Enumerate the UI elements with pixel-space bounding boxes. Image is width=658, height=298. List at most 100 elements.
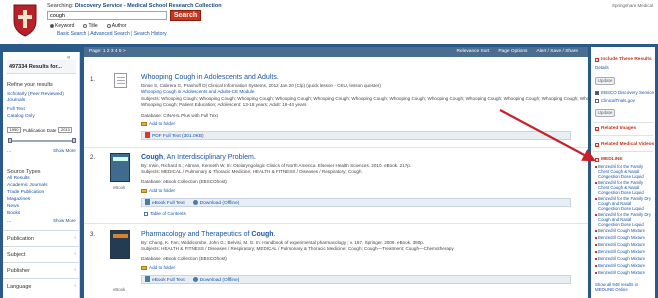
include-results-heading[interactable]: - Include These Results (595, 57, 652, 62)
result-source[interactable]: Whooping Cough in Adolescents and Adults… (141, 89, 254, 94)
left-sidebar: « 497334 Results for... Refine your resu… (3, 52, 80, 298)
chevron-right-icon: › (74, 283, 76, 289)
add-to-folder-link[interactable]: Add to folder (141, 265, 175, 270)
publication-date-row: 1950 Publication Date 2013 (7, 127, 73, 133)
checkbox-icon[interactable] (595, 90, 599, 95)
facet-publication[interactable]: Publication › (3, 230, 80, 246)
medline-article-link[interactable]: Benzedril for the Family Dry Cough and N… (595, 212, 654, 227)
related-videos-heading[interactable]: + Related Medical Videos (595, 142, 654, 147)
pdf-full-text-link[interactable]: PDF Full Text (301.0KB) (145, 132, 204, 139)
scope-title[interactable]: Title (83, 23, 98, 29)
article-thumbnail-icon (114, 73, 127, 88)
search-collection-link[interactable]: Discovery Service - Medical School Resea… (75, 3, 222, 9)
ellipsis: ... (7, 218, 12, 224)
result-type-label: eBook (113, 287, 126, 292)
radio-icon[interactable] (106, 23, 111, 28)
include-eds-checkbox[interactable]: EBSCO Discovery Service (595, 90, 654, 95)
expand-icon[interactable]: + (595, 126, 599, 131)
search-history-link[interactable]: Search History (134, 31, 167, 37)
toc-icon (144, 211, 148, 216)
related-images-heading[interactable]: + Related Images (595, 126, 636, 131)
search-button[interactable]: Search (170, 10, 201, 21)
add-to-folder-link[interactable]: Add to folder (141, 121, 175, 126)
header: Searching: Discovery Service - Medical S… (0, 0, 658, 44)
account-link[interactable]: Springshare Medical (612, 3, 653, 8)
medline-article-link[interactable]: Benzedril Cough Mixture (595, 235, 654, 241)
source-magazines[interactable]: Magazines (7, 197, 30, 202)
show-more-link[interactable]: Show More (53, 148, 76, 153)
result-authors: Dinse S, Cabrera G, Pranhoff D| Clinical… (141, 83, 381, 88)
medline-article-link[interactable]: Benzedril for the Family Chest Cough & N… (595, 180, 654, 195)
radio-icon[interactable] (83, 23, 88, 28)
expand-icon[interactable]: + (595, 142, 599, 147)
pagination[interactable]: Page: 1 2 3 4 5 > (89, 49, 126, 54)
collapse-icon[interactable]: - (595, 57, 599, 62)
medline-article-link[interactable]: Benzedril for the Family Dry Cough and N… (595, 196, 654, 211)
pub-date-slider[interactable] (8, 138, 76, 143)
searching-label: Searching: Discovery Service - Medical S… (47, 3, 222, 9)
result-number: 1. (90, 77, 96, 83)
result-database: Database: eBook Collection (EBSCOhost) (141, 179, 227, 184)
filter-full-text[interactable]: Full Text (7, 107, 25, 112)
details-link[interactable]: Details (595, 65, 609, 70)
filter-catalog-only[interactable]: Catalog Only (7, 114, 35, 119)
update-button-2[interactable]: Update (595, 109, 615, 117)
medline-article-link[interactable]: Benzedril Cough Mixture (595, 249, 654, 255)
slider-start-handle[interactable] (8, 138, 12, 143)
search-scope: Keyword Title Author (50, 23, 126, 29)
collapse-icon[interactable]: - (595, 157, 599, 162)
source-trade-publication[interactable]: Trade Publication (7, 190, 44, 195)
ebook-full-text-link[interactable]: eBook Full Text (145, 276, 185, 283)
medline-article-link[interactable]: Benzedril for the Family Chest Cough & N… (595, 164, 654, 179)
include-clinicaltrials-checkbox[interactable]: ClinicalTrials.gov (595, 98, 635, 103)
medline-article-link[interactable]: Benzedril Cough Mixture (595, 228, 654, 234)
source-news[interactable]: News (7, 204, 19, 209)
advanced-search-link[interactable]: Advanced Search (90, 31, 129, 37)
page-options-dropdown[interactable]: Page Options (498, 49, 527, 54)
alert-save-share-dropdown[interactable]: Alert / Save / Share (536, 49, 578, 54)
result-title[interactable]: Pharmacology and Therapeutics of Cough. (141, 231, 276, 238)
download-offline-link[interactable]: Download (Offline) (192, 276, 239, 283)
table-of-contents-link[interactable]: Table of Contents (144, 211, 186, 216)
folder-icon (141, 121, 147, 126)
show-more-link[interactable]: Show More (53, 218, 76, 223)
result-title[interactable]: Whooping Cough in Adolescents and Adults… (141, 74, 279, 81)
ebook-full-text-link[interactable]: eBook Full Text (145, 199, 185, 206)
pdf-icon (145, 132, 150, 138)
medline-heading[interactable]: - MEDLINE (595, 157, 623, 162)
sort-dropdown[interactable]: Relevance Sort (457, 49, 490, 54)
radio-icon[interactable] (50, 23, 54, 28)
ellipsis: ... (7, 148, 12, 154)
pub-date-from[interactable]: 1950 (7, 127, 21, 133)
scope-keyword[interactable]: Keyword (50, 23, 74, 29)
facet-publisher[interactable]: Publisher › (3, 262, 80, 278)
filter-peer-reviewed[interactable]: Scholarly (Peer Reviewed) Journals (7, 92, 67, 103)
ebook-cover-image (110, 153, 130, 182)
medline-article-link[interactable]: Benzedril Cough Mixture (595, 256, 654, 262)
chevron-right-icon: › (74, 251, 76, 257)
medline-article-link[interactable]: Benzedril Cough Mixture (595, 242, 654, 248)
result-title[interactable]: Cough, An Interdisciplinary Problem. (141, 154, 256, 161)
medline-article-link[interactable]: Benzedril Cough Mixture (595, 270, 654, 276)
basic-search-link[interactable]: Basic Search (57, 31, 86, 37)
show-all-medline-link[interactable]: Show all 948 results in MEDLINE Online (595, 282, 651, 293)
search-input[interactable] (47, 11, 167, 20)
checkbox-icon[interactable] (595, 98, 599, 103)
add-to-folder-link[interactable]: Add to folder (141, 188, 175, 193)
source-types-heading: Source Types (7, 169, 41, 175)
update-button[interactable]: Update (595, 77, 615, 85)
source-books[interactable]: Books (7, 211, 20, 216)
medline-article-link[interactable]: Benzedril Cough Mixture (595, 263, 654, 269)
facet-language[interactable]: Language › (3, 278, 80, 294)
ebook-icon (145, 276, 150, 282)
download-icon (192, 276, 198, 282)
pub-date-to[interactable]: 2013 (58, 127, 73, 133)
chevron-right-icon: › (74, 267, 76, 273)
slider-end-handle[interactable] (72, 138, 76, 143)
source-academic-journals[interactable]: Academic Journals (7, 183, 48, 188)
download-offline-link[interactable]: Download (Offline) (192, 199, 239, 206)
scope-author[interactable]: Author (106, 23, 126, 29)
result-subjects: Subjects: MEDICAL / Pulmonary & Thoracic… (141, 169, 362, 174)
source-all-results[interactable]: All Results (7, 176, 30, 181)
facet-subject[interactable]: Subject › (3, 246, 80, 262)
